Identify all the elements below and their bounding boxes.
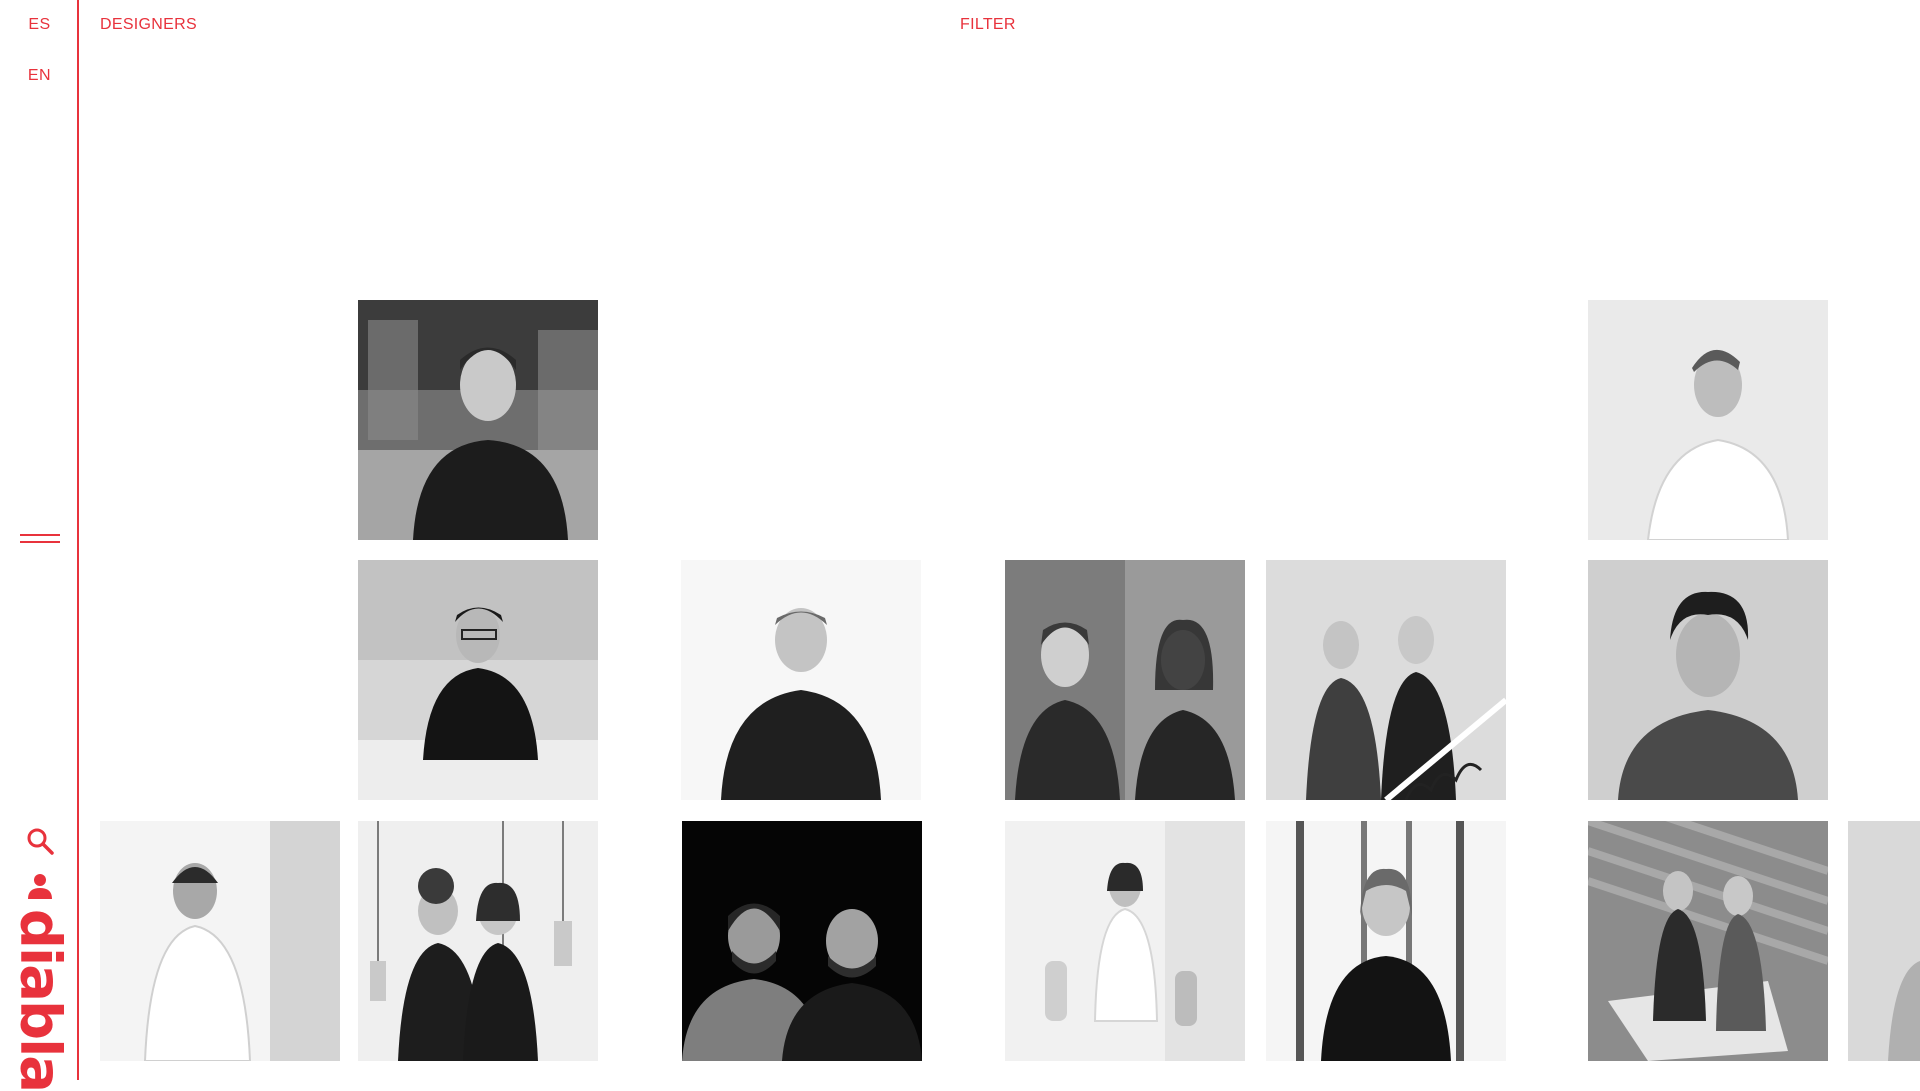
designer-portrait-1[interactable] [358,300,598,540]
designer-portrait-6[interactable] [1266,560,1506,800]
language-en-link[interactable]: EN [0,67,79,85]
designer-portrait-8[interactable] [100,821,340,1061]
diabla-logo[interactable]: diabla [8,909,73,1091]
designer-portrait-12[interactable] [1266,821,1506,1061]
designer-portrait-10[interactable] [682,821,922,1061]
designer-portrait-13[interactable] [1588,821,1828,1061]
designer-portrait-5[interactable] [1005,560,1245,800]
hamburger-icon[interactable] [20,532,60,546]
language-es-link[interactable]: ES [0,16,79,34]
designer-portrait-14[interactable] [1848,821,1920,1061]
user-icon[interactable] [24,870,56,902]
designer-portrait-9[interactable] [358,821,598,1061]
designer-portrait-3[interactable] [358,560,598,800]
filter-button[interactable]: FILTER [960,16,1016,34]
search-icon[interactable] [24,826,56,858]
designer-portrait-2[interactable] [1588,300,1828,540]
designers-title: DESIGNERS [100,16,197,33]
sidebar: ES EN diabla [0,0,79,1091]
designer-portrait-11[interactable] [1005,821,1245,1061]
designer-portrait-7[interactable] [1588,560,1828,800]
designer-portrait-4[interactable] [681,560,921,800]
